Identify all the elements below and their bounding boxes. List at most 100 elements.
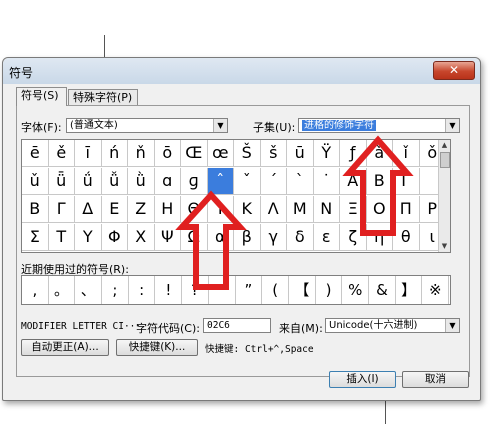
recent-symbol-cell[interactable]: ” — [236, 276, 263, 304]
symbol-cell[interactable]: Β — [366, 168, 393, 195]
symbol-cell[interactable]: ǜ — [128, 168, 155, 195]
symbol-cell[interactable]: ū — [287, 140, 314, 167]
recent-symbol-cell[interactable]: ? — [182, 276, 209, 304]
recent-symbol-cell[interactable]: ) — [316, 276, 343, 304]
symbol-cell[interactable]: β — [234, 224, 261, 251]
symbol-cell[interactable]: ň — [128, 140, 155, 167]
symbol-cell[interactable]: ƒ — [340, 140, 367, 167]
font-select[interactable]: (普通文本) ▼ — [66, 118, 228, 133]
symbol-cell[interactable]: Υ — [75, 224, 102, 251]
symbol-cell[interactable]: ǎ — [366, 140, 393, 167]
symbol-cell[interactable]: Λ — [260, 196, 287, 223]
recent-symbol-cell[interactable]: ( — [262, 276, 289, 304]
shortcut-key-button[interactable]: 快捷键(K)... — [116, 339, 198, 356]
scroll-down-icon[interactable]: ▼ — [439, 241, 450, 252]
symbol-cell[interactable]: š — [260, 140, 287, 167]
symbol-cell[interactable]: Κ — [234, 196, 261, 223]
tab-special-characters[interactable]: 特殊字符(P) — [68, 89, 138, 106]
symbol-cell[interactable]: ī — [75, 140, 102, 167]
chevron-down-icon[interactable]: ▼ — [445, 319, 459, 332]
symbol-cell[interactable]: ě — [48, 140, 75, 167]
symbol-cell[interactable]: ǐ — [393, 140, 420, 167]
recent-symbols-bar[interactable]: ,。、;:!? “”(【)% &】 ※ — [21, 275, 451, 305]
grid-scrollbar[interactable]: ▲ ▼ — [438, 140, 450, 252]
symbol-cell[interactable]: Ο — [366, 196, 393, 223]
symbol-cell[interactable]: Ν — [313, 196, 340, 223]
recent-symbol-cell[interactable]: ; — [102, 276, 129, 304]
subset-select[interactable]: 进格的修饰字符 ▼ — [298, 118, 460, 133]
symbol-cell[interactable]: ˆ — [207, 168, 234, 195]
recent-symbol-cell[interactable]: 【 — [289, 276, 316, 304]
recent-symbol-cell[interactable]: “ — [209, 276, 236, 304]
symbol-cell[interactable]: ˊ — [260, 168, 287, 195]
symbol-cell[interactable]: Χ — [128, 224, 155, 251]
symbol-cell[interactable]: Ε — [101, 196, 128, 223]
symbol-cell[interactable]: ǚ — [101, 168, 128, 195]
chevron-down-icon[interactable]: ▼ — [445, 119, 459, 132]
symbol-cell[interactable]: Γ — [48, 196, 75, 223]
recent-symbol-cell[interactable]: ! — [156, 276, 183, 304]
symbol-cell[interactable]: Β — [22, 196, 49, 223]
recent-symbol-cell[interactable]: % — [342, 276, 370, 304]
close-icon[interactable]: ✕ — [433, 61, 475, 80]
recent-symbol-cell[interactable]: 、 — [75, 276, 103, 304]
subset-select-value: 进格的修饰字符 — [302, 120, 376, 131]
symbol-cell[interactable]: ō — [154, 140, 181, 167]
symbol-cell[interactable]: œ — [207, 140, 234, 167]
chevron-down-icon[interactable]: ▼ — [213, 119, 227, 132]
symbol-cell[interactable]: Θ — [181, 196, 208, 223]
symbol-cell[interactable]: ζ — [340, 224, 367, 251]
symbol-cell[interactable]: θ — [393, 224, 420, 251]
symbol-cell[interactable]: ǘ — [75, 168, 102, 195]
symbol-cell[interactable]: Ζ — [128, 196, 155, 223]
symbol-cell[interactable]: Š — [234, 140, 261, 167]
symbol-cell[interactable]: ε — [313, 224, 340, 251]
symbol-grid[interactable]: ē ě ī ń ň ō Œœ Šš ū Ÿƒ ǎ ǐ ǒ ǔ ǖ ǘ ǚ ǜ ɑ ɡ ˆ ˇ ˊ ˋ ˙ Α Β Γ Β Γ Δ Ε Ζ Η Θ Ι Κ… — [21, 139, 451, 253]
symbol-cell[interactable]: ń — [101, 140, 128, 167]
autocorrect-button[interactable]: 自动更正(A)... — [21, 339, 109, 356]
char-code-label: 字符代码(C): — [136, 322, 200, 335]
scroll-up-icon[interactable]: ▲ — [439, 140, 450, 151]
symbol-cell[interactable]: Τ — [48, 224, 75, 251]
symbol-cell[interactable]: ˇ — [234, 168, 261, 195]
from-select[interactable]: Unicode(十六进制) ▼ — [325, 318, 460, 333]
symbol-cell[interactable]: Ÿ — [313, 140, 340, 167]
symbol-cell[interactable]: ǔ — [22, 168, 49, 195]
symbol-cell[interactable]: Μ — [287, 196, 314, 223]
symbol-cell[interactable]: γ — [260, 224, 287, 251]
symbol-cell[interactable]: Œ — [181, 140, 208, 167]
recent-symbol-cell[interactable]: & — [369, 276, 396, 304]
recent-symbol-cell[interactable]: 。 — [49, 276, 76, 304]
symbol-cell[interactable]: α — [207, 224, 234, 251]
symbol-cell[interactable]: ɑ — [154, 168, 181, 195]
symbol-cell[interactable]: Α — [340, 168, 367, 195]
title-bar[interactable]: 符号 ✕ — [3, 58, 480, 84]
cancel-button[interactable]: 取消 — [402, 371, 469, 388]
symbol-cell[interactable]: ˙ — [313, 168, 340, 195]
symbol-cell[interactable]: Ω — [181, 224, 208, 251]
symbol-cell[interactable]: Δ — [75, 196, 102, 223]
symbol-cell[interactable]: Ψ — [154, 224, 181, 251]
symbol-cell[interactable]: Η — [154, 196, 181, 223]
symbol-cell[interactable]: ˋ — [287, 168, 314, 195]
recent-symbol-cell[interactable]: ※ — [423, 276, 450, 304]
recent-symbol-cell[interactable]: : — [129, 276, 156, 304]
symbol-cell[interactable]: δ — [287, 224, 314, 251]
symbol-cell[interactable]: Ι — [207, 196, 234, 223]
insert-button[interactable]: 插入(I) — [329, 371, 396, 388]
tab-symbols[interactable]: 符号(S) — [16, 87, 67, 106]
scroll-thumb[interactable] — [440, 152, 450, 168]
symbol-cell[interactable]: Σ — [22, 224, 49, 251]
symbol-cell[interactable]: ɡ — [181, 168, 208, 195]
symbol-cell[interactable]: Ξ — [340, 196, 367, 223]
symbol-cell[interactable]: ǖ — [48, 168, 75, 195]
recent-symbol-cell[interactable]: , — [22, 276, 49, 304]
symbol-cell[interactable]: η — [366, 224, 393, 251]
symbol-cell[interactable]: Π — [393, 196, 420, 223]
symbol-cell[interactable]: Φ — [101, 224, 128, 251]
symbol-cell[interactable]: Γ — [393, 168, 420, 195]
recent-symbol-cell[interactable]: 】 — [396, 276, 423, 304]
symbol-cell[interactable]: ē — [22, 140, 49, 167]
char-code-input[interactable]: 02C6 — [203, 318, 271, 333]
subset-label: 子集(U): — [253, 121, 296, 134]
